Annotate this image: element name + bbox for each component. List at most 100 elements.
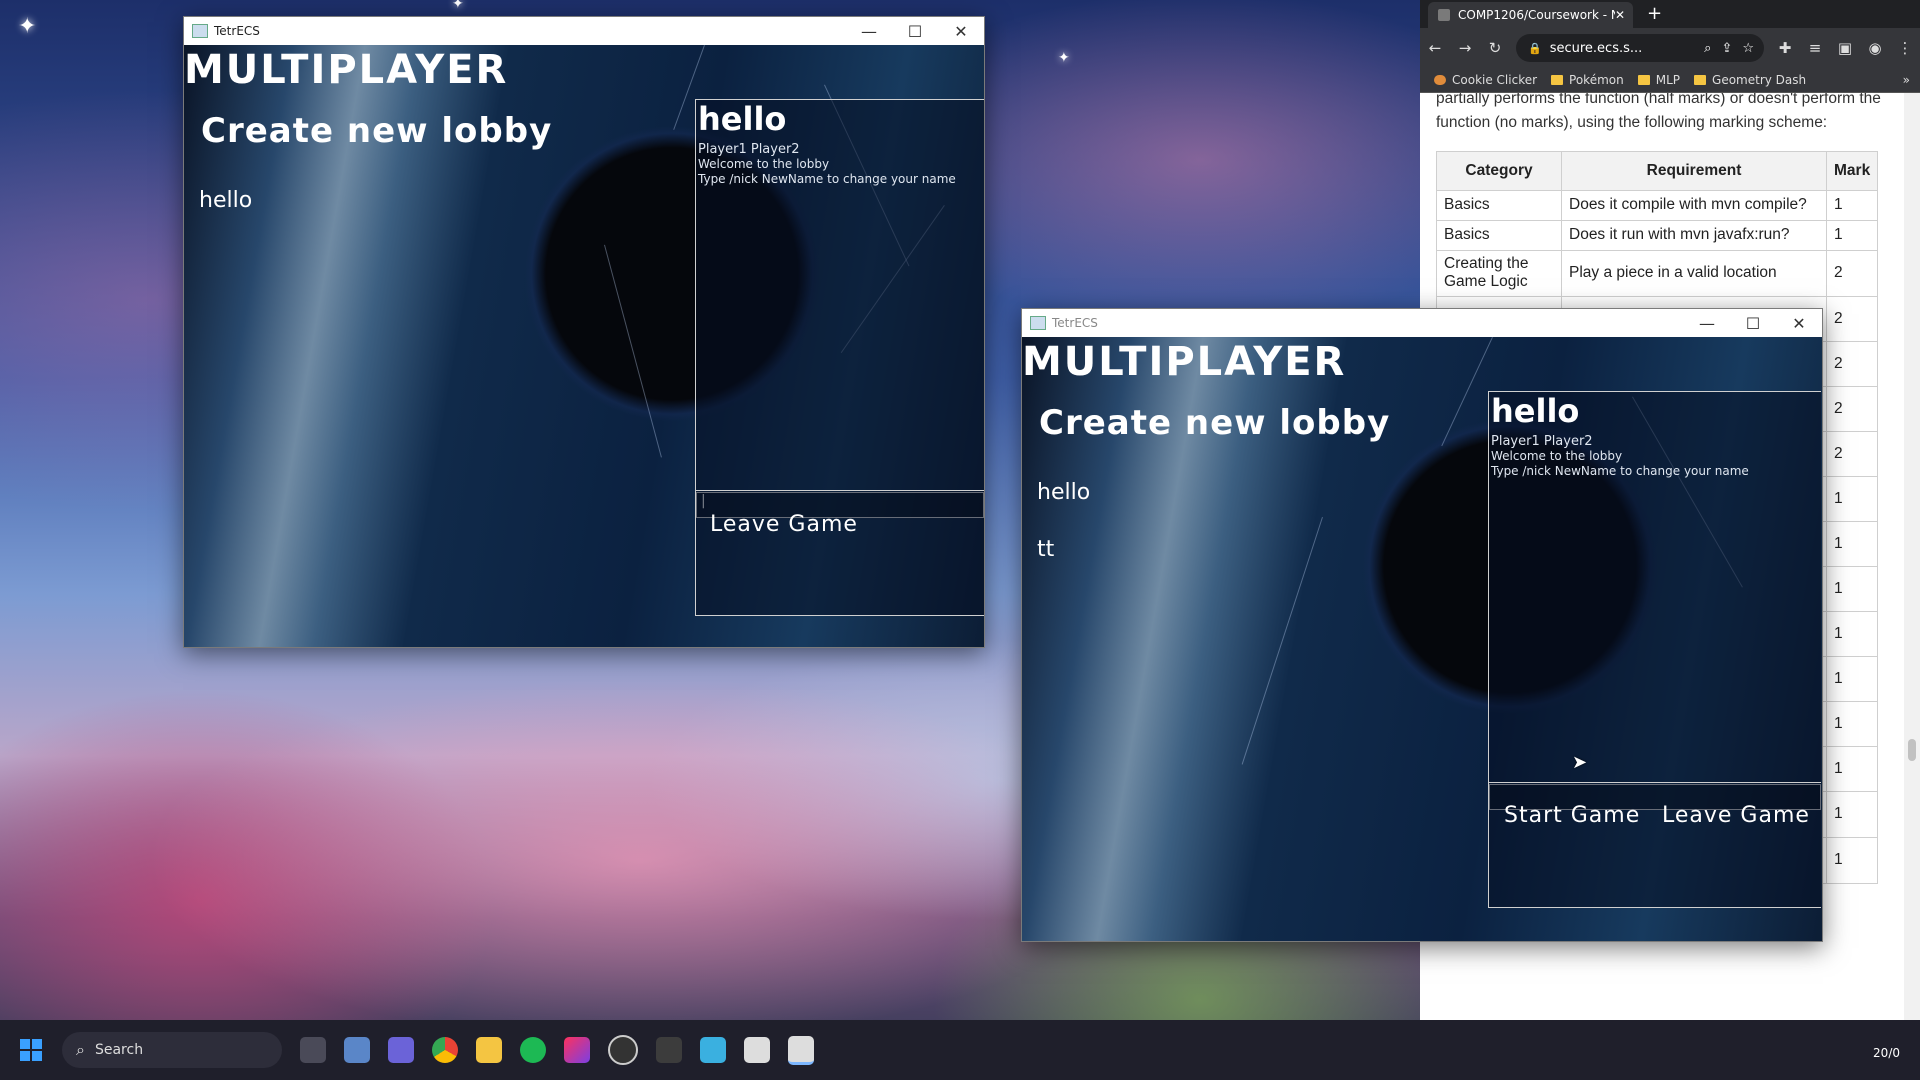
more-bookmarks-icon[interactable]: »	[1903, 73, 1910, 87]
file-explorer-icon[interactable]	[476, 1037, 502, 1063]
mark-cell: 1	[1825, 700, 1879, 747]
minimize-icon[interactable]: —	[1684, 314, 1730, 333]
chat-message: Welcome to the lobby	[698, 157, 830, 171]
leave-game-button[interactable]: Leave Game	[1662, 803, 1810, 828]
requirement-cell: Does it compile with mvn compile?	[1561, 189, 1827, 221]
maximize-icon[interactable]: ☐	[1730, 314, 1776, 333]
window-title: TetrECS	[214, 24, 260, 38]
column-header: Category	[1436, 150, 1562, 191]
mark-cell: 2	[1825, 295, 1879, 342]
star-icon: ✦	[18, 14, 37, 39]
page-title: MULTIPLAYER	[184, 47, 509, 93]
action-panel	[695, 491, 984, 616]
mark-cell: 1	[1825, 565, 1879, 612]
chat-app-icon[interactable]	[388, 1037, 414, 1063]
close-icon[interactable]: ✕	[938, 22, 984, 41]
mark-cell: 1	[1825, 189, 1879, 221]
back-icon[interactable]: ←	[1420, 39, 1450, 57]
java-app-icon[interactable]	[744, 1037, 770, 1063]
create-lobby-button[interactable]: Create new lobby	[1039, 403, 1390, 443]
reload-icon[interactable]: ↻	[1480, 39, 1510, 57]
category-cell: Creating the Game Logic	[1436, 249, 1562, 297]
side-panel-icon[interactable]: ▣	[1830, 39, 1860, 57]
system-clock[interactable]: 20/0	[1873, 1046, 1900, 1060]
table-row: Creating the Game Logic Play a piece in a…	[1436, 249, 1879, 297]
page-title: MULTIPLAYER	[1022, 339, 1347, 385]
chat-message: Type /nick NewName to change your name	[698, 172, 956, 186]
table-row: Basics Does it compile with mvn compile? 1	[1436, 189, 1879, 221]
search-icon: ⌕	[76, 1040, 85, 1059]
intro-paragraph: partially performs the function (half ma…	[1436, 93, 1881, 131]
page-favicon-icon	[1438, 9, 1450, 21]
start-menu-icon[interactable]	[20, 1039, 42, 1061]
address-text: secure.ecs.s...	[1549, 40, 1643, 56]
lobby-item[interactable]: hello	[1037, 480, 1090, 505]
bookmark-star-icon[interactable]: ☆	[1742, 41, 1754, 56]
bookmark-item[interactable]: Geometry Dash	[1694, 73, 1806, 87]
requirement-cell: Play a piece in a valid location	[1561, 249, 1827, 297]
mark-cell: 2	[1825, 430, 1879, 477]
mark-cell: 1	[1825, 655, 1879, 702]
action-panel	[1488, 783, 1821, 908]
extensions-icon[interactable]: ✚	[1770, 39, 1800, 57]
profile-avatar-icon[interactable]: ◉	[1860, 39, 1890, 57]
intellij-icon[interactable]	[564, 1037, 590, 1063]
game-scene: MULTIPLAYER Create new lobby hello hello…	[184, 45, 984, 647]
mark-cell: 1	[1825, 219, 1879, 251]
weather-icon[interactable]	[344, 1037, 370, 1063]
lock-icon: 🔒	[1528, 41, 1542, 55]
window-titlebar[interactable]: TetrECS — ☐ ✕	[1022, 309, 1822, 337]
tetrecs-window-right[interactable]: TetrECS — ☐ ✕ MULTIPLAYER Create new lob…	[1021, 308, 1823, 942]
terminal-icon[interactable]	[656, 1037, 682, 1063]
search-placeholder: Search	[94, 1042, 144, 1058]
java-app-icon[interactable]	[788, 1035, 814, 1065]
star-icon: ✦	[1058, 50, 1070, 66]
tetrecs-window-left[interactable]: TetrECS — ☐ ✕ MULTIPLAYER Create new lob…	[183, 16, 985, 648]
create-lobby-button[interactable]: Create new lobby	[201, 111, 552, 151]
close-tab-icon[interactable]: ✕	[1615, 8, 1625, 22]
task-view-icon[interactable]	[300, 1037, 326, 1063]
lobby-item[interactable]: hello	[199, 188, 252, 213]
new-tab-icon[interactable]: +	[1647, 3, 1662, 24]
taskbar-search[interactable]: ⌕ Search	[62, 1032, 282, 1068]
browser-toolbar: ← → ↻ 🔒 secure.ecs.s... ⌕ ⇪ ☆ ✚ ≡ ▣ ◉ ⋮	[1420, 28, 1920, 68]
window-titlebar[interactable]: TetrECS — ☐ ✕	[184, 17, 984, 45]
mark-cell: 2	[1825, 385, 1879, 432]
mark-cell: 1	[1825, 475, 1879, 522]
player-list: Player1 Player2	[1491, 434, 1593, 449]
maximize-icon[interactable]: ☐	[892, 22, 938, 41]
menu-icon[interactable]: ⋮	[1890, 39, 1920, 57]
leave-game-button[interactable]: Leave Game	[710, 512, 858, 537]
minimize-icon[interactable]: —	[846, 22, 892, 41]
mark-cell: 2	[1825, 340, 1879, 387]
start-game-button[interactable]: Start Game	[1504, 803, 1640, 828]
star-icon: ✦	[452, 0, 464, 12]
browser-tab[interactable]: COMP1206/Coursework - Not ✕	[1428, 2, 1633, 28]
bookmark-item[interactable]: MLP	[1637, 73, 1680, 87]
lobby-item[interactable]: tt	[1037, 537, 1054, 562]
share-icon[interactable]: ⇪	[1721, 41, 1732, 56]
requirement-cell: Does it run with mvn javafx:run?	[1561, 219, 1827, 251]
app-icon	[1030, 316, 1046, 330]
reading-list-icon[interactable]: ≡	[1800, 39, 1830, 57]
mark-cell: 2	[1825, 249, 1879, 297]
chat-channel-title: hello	[698, 100, 787, 138]
address-bar[interactable]: 🔒 secure.ecs.s... ⌕ ⇪ ☆	[1516, 34, 1764, 62]
close-icon[interactable]: ✕	[1776, 314, 1822, 333]
scrollbar-thumb[interactable]	[1908, 739, 1916, 761]
forward-icon[interactable]: →	[1450, 39, 1480, 57]
page-scrollbar[interactable]	[1904, 93, 1920, 1020]
spotify-icon[interactable]	[520, 1037, 546, 1063]
github-desktop-icon[interactable]	[608, 1035, 638, 1065]
chrome-icon[interactable]	[432, 1037, 458, 1063]
zoom-icon[interactable]: ⌕	[1704, 41, 1711, 56]
tab-strip: COMP1206/Coursework - Not ✕ +	[1420, 0, 1920, 28]
mouse-cursor-icon: ➤	[1572, 752, 1588, 773]
mark-cell: 1	[1825, 610, 1879, 657]
mark-cell: 1	[1825, 520, 1879, 567]
notepad-icon[interactable]	[700, 1037, 726, 1063]
bookmark-item[interactable]: Cookie Clicker	[1434, 73, 1537, 87]
chat-panel: hello Player1 Player2 Welcome to the lob…	[1488, 391, 1821, 810]
bookmark-item[interactable]: Pokémon	[1551, 73, 1624, 87]
mark-cell: 1	[1825, 745, 1879, 792]
